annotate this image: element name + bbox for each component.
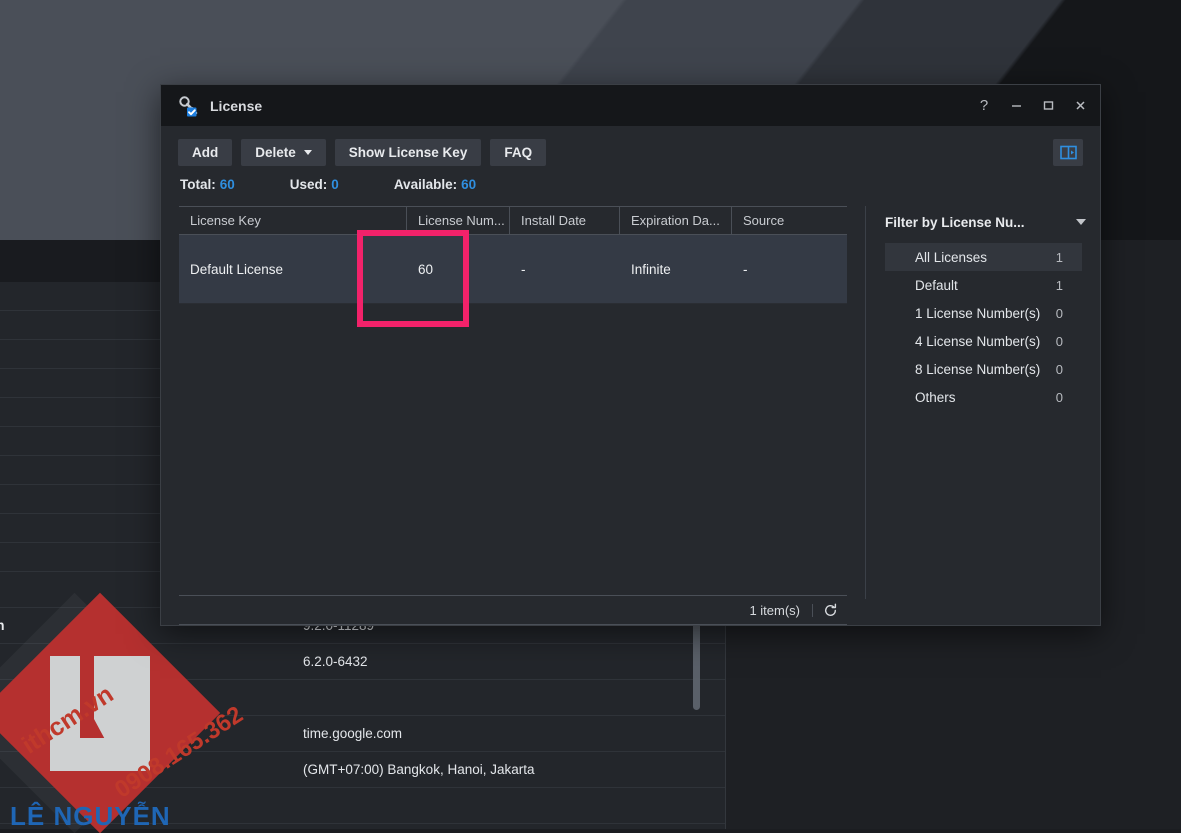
delete-button-label: Delete (255, 145, 296, 160)
background-row-14: ...ess time.google.com (0, 716, 725, 752)
refresh-button[interactable] (813, 603, 847, 618)
background-row-16: ...vices (0, 788, 725, 824)
dialog-titlebar[interactable]: License ? (161, 85, 1100, 126)
filter-item-count: 0 (1056, 390, 1063, 405)
filter-item-2[interactable]: 1 License Number(s)0 (885, 299, 1082, 327)
background-row-label: ...tus (0, 521, 162, 536)
background-row-13 (0, 680, 725, 716)
counter-used: Used:0 (290, 177, 339, 192)
background-row-value: 6.2.0-6432 (303, 654, 368, 669)
column-header-1[interactable]: License Num... (407, 207, 510, 234)
filter-item-count: 0 (1056, 334, 1063, 349)
table-empty-space (161, 304, 865, 595)
filter-item-0[interactable]: All Licenses1 (885, 243, 1082, 271)
help-button[interactable]: ? (968, 85, 1000, 126)
filter-item-label: 8 License Number(s) (915, 362, 1056, 377)
background-row-label: ...vices (0, 798, 162, 813)
filter-item-count: 0 (1056, 306, 1063, 321)
chevron-down-icon[interactable] (1076, 219, 1086, 225)
window-controls: ? (968, 85, 1096, 126)
delete-button[interactable]: Delete (241, 139, 326, 166)
filter-item-label: 4 License Number(s) (915, 334, 1056, 349)
filter-list: All Licenses1Default11 License Number(s)… (866, 243, 1100, 411)
column-header-2[interactable]: Install Date (510, 207, 620, 234)
dialog-statusbar: 1 item(s) (179, 595, 847, 625)
item-count-label: 1 item(s) (737, 604, 813, 617)
refresh-icon (823, 603, 838, 618)
column-header-3[interactable]: Expiration Da... (620, 207, 732, 234)
filter-item-count: 1 (1056, 250, 1063, 265)
column-header-0[interactable]: License Key (179, 207, 407, 234)
filter-item-count: 0 (1056, 362, 1063, 377)
filter-item-4[interactable]: 8 License Number(s)0 (885, 355, 1082, 383)
background-row-label: ...er (0, 318, 162, 333)
filter-item-label: Default (915, 278, 1056, 293)
license-filter-panel: Filter by License Nu... All Licenses1Def… (865, 206, 1100, 599)
filter-header[interactable]: Filter by License Nu... (866, 207, 1100, 237)
filter-item-3[interactable]: 4 License Number(s)0 (885, 327, 1082, 355)
dialog-toolbar: Add Delete Show License Key FAQ (161, 126, 1100, 166)
counter-available: Available: 60 (394, 177, 476, 192)
background-row-label: ...ormation (0, 550, 162, 565)
filter-title: Filter by License Nu... (885, 215, 1025, 230)
cell-install-date: - (510, 262, 620, 277)
background-row-value: time.google.com (303, 726, 402, 741)
filter-item-label: 1 License Number(s) (915, 306, 1056, 321)
filter-item-label: All Licenses (915, 250, 1056, 265)
counter-label: Available: (394, 177, 457, 192)
counter-value: 60 (461, 177, 476, 192)
filter-item-label: Others (915, 390, 1056, 405)
panel-toggle-button[interactable] (1053, 139, 1083, 166)
license-counters: Total: 60 Used:0 Available: 60 (161, 166, 1100, 192)
table-row[interactable]: Default License60-Infinite- (179, 235, 847, 304)
background-row-label: ...mation (0, 289, 162, 304)
license-table-area: License KeyLicense Num...Install DateExp… (161, 206, 865, 625)
background-row-value: (GMT+07:00) Bangkok, Hanoi, Jakarta (303, 762, 534, 777)
background-row-label: ...version (0, 654, 162, 669)
chevron-down-icon (304, 150, 312, 155)
key-check-icon (178, 95, 200, 117)
background-row-label: ...mory size (0, 434, 162, 449)
filter-item-count: 1 (1056, 278, 1063, 293)
cell-expiration-date: Infinite (620, 262, 732, 277)
counter-total: Total: 60 (180, 177, 235, 192)
counter-label: Total: (180, 177, 216, 192)
maximize-button[interactable] (1032, 85, 1064, 126)
counter-value: 60 (220, 177, 235, 192)
column-header-4[interactable]: Source (732, 207, 845, 234)
background-row-label: ... Station version (0, 618, 162, 633)
filter-item-1[interactable]: Default1 (885, 271, 1082, 299)
add-button[interactable]: Add (178, 139, 232, 166)
cell-license-key: Default License (179, 262, 407, 277)
license-dialog: License ? Add Delete Show License Key FA… (160, 84, 1101, 626)
panel-toggle-icon (1060, 145, 1077, 160)
background-row-15: (GMT+07:00) Bangkok, Hanoi, Jakarta (0, 752, 725, 788)
license-table-header: License KeyLicense Num...Install DateExp… (179, 206, 847, 235)
faq-button[interactable]: FAQ (490, 139, 546, 166)
counter-value: 0 (331, 177, 339, 192)
dialog-body: License KeyLicense Num...Install DateExp… (161, 192, 1100, 625)
cell-source: - (732, 262, 845, 277)
counter-label: Used: (290, 177, 328, 192)
background-row-12: ...version 6.2.0-6432 (0, 644, 725, 680)
show-license-key-button[interactable]: Show License Key (335, 139, 482, 166)
close-button[interactable] (1064, 85, 1096, 126)
background-row-label: ...ess (0, 726, 162, 741)
cell-license-number: 60 (407, 262, 510, 277)
background-row-label: ...te (0, 376, 162, 391)
filter-item-5[interactable]: Others0 (885, 383, 1082, 411)
dialog-title: License (210, 98, 262, 114)
minimize-button[interactable] (1000, 85, 1032, 126)
